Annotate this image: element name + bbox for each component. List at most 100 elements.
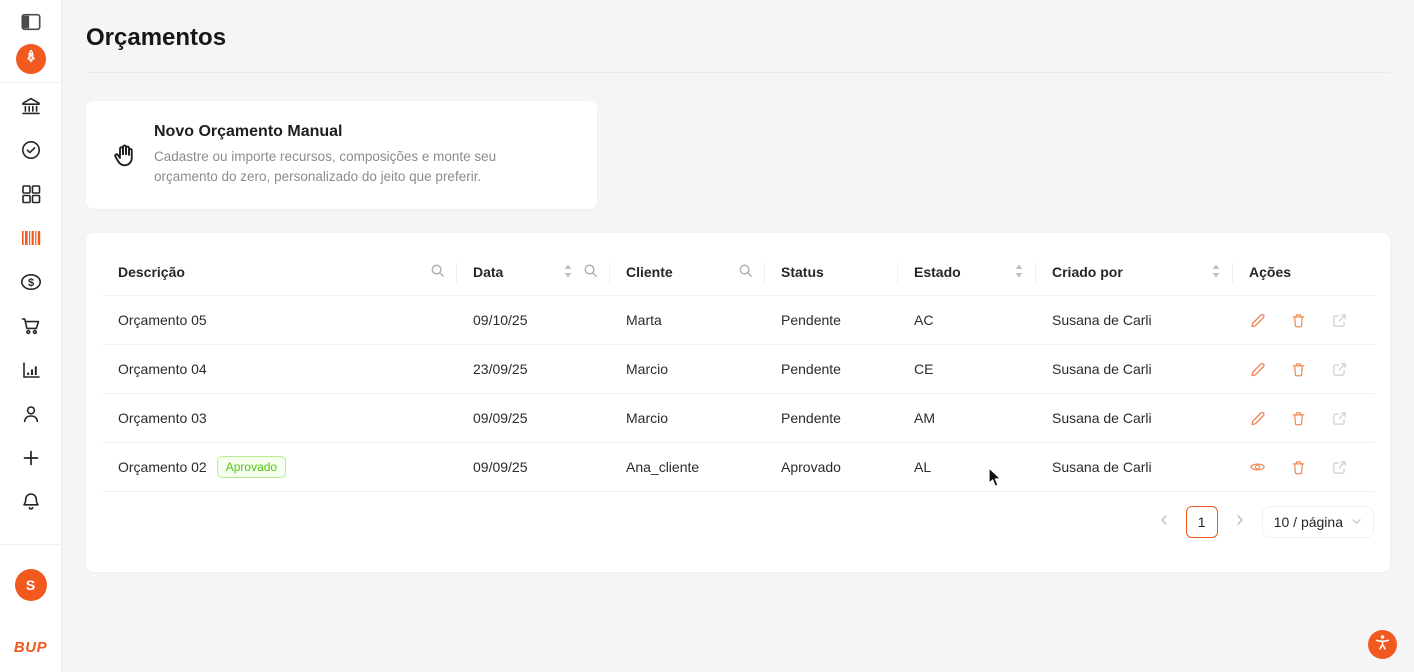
cell-acoes: [1233, 443, 1374, 492]
column-header-data[interactable]: Data: [457, 249, 610, 296]
new-manual-budget-card[interactable]: Novo Orçamento Manual Cadastre ou import…: [86, 101, 597, 209]
cell-descricao: Orçamento 05: [102, 296, 457, 345]
promo-title: Novo Orçamento Manual: [154, 123, 559, 141]
sidebar-item-users[interactable]: [19, 404, 43, 428]
column-header-acoes: Ações: [1233, 249, 1374, 296]
delete-icon[interactable]: [1290, 312, 1307, 329]
cell-cliente: Marta: [610, 296, 765, 345]
sidebar-item-purchases[interactable]: [19, 316, 43, 340]
cell-descricao: Orçamento 04: [102, 345, 457, 394]
column-header-criado-por[interactable]: Criado por: [1036, 249, 1233, 296]
search-icon[interactable]: [430, 263, 445, 281]
plus-icon: [19, 446, 43, 475]
share-icon[interactable]: [1331, 410, 1348, 427]
hand-icon: [110, 141, 140, 187]
view-icon[interactable]: [1249, 459, 1266, 476]
cell-status: Pendente: [765, 394, 898, 443]
rocket-button[interactable]: [16, 44, 46, 74]
sidebar-toggle-icon: [20, 11, 42, 38]
share-icon[interactable]: [1331, 459, 1348, 476]
page-number-button[interactable]: 1: [1186, 506, 1218, 538]
cell-criado-por: Susana de Carli: [1036, 296, 1233, 345]
sidebar-item-approvals[interactable]: [19, 140, 43, 164]
page-size-select[interactable]: 10 / página: [1262, 506, 1374, 538]
column-label: Ações: [1249, 264, 1291, 280]
column-header-status[interactable]: Status: [765, 249, 898, 296]
page-header: Orçamentos: [86, 0, 1390, 73]
edit-icon[interactable]: [1249, 361, 1266, 378]
cell-data: 09/09/25: [457, 443, 610, 492]
sorter-icon[interactable]: [1211, 263, 1221, 282]
accessibility-widget-button[interactable]: [1368, 630, 1397, 659]
cell-criado-por: Susana de Carli: [1036, 394, 1233, 443]
share-icon[interactable]: [1331, 312, 1348, 329]
table-row: Orçamento 05 09/10/25 Marta Pendente AC …: [102, 296, 1374, 345]
cell-status: Aprovado: [765, 443, 898, 492]
bup-logo: BUP: [14, 639, 47, 656]
edit-icon[interactable]: [1249, 312, 1266, 329]
page-size-value: 10 / página: [1274, 514, 1343, 530]
sidebar-item-add[interactable]: [19, 448, 43, 472]
edit-icon[interactable]: [1249, 410, 1266, 427]
sidebar-item-modules[interactable]: [19, 184, 43, 208]
table-row: Orçamento 02 Aprovado 09/09/25 Ana_clien…: [102, 443, 1374, 492]
previous-page-button[interactable]: [1150, 508, 1178, 536]
search-icon[interactable]: [583, 263, 598, 281]
sidebar-item-reports[interactable]: [19, 360, 43, 384]
sidebar-item-budgets-active[interactable]: [19, 228, 43, 252]
chevron-left-icon: [1158, 513, 1170, 531]
cell-acoes: [1233, 394, 1374, 443]
sidebar-item-finance[interactable]: $: [19, 272, 43, 296]
sidebar-toggle-button[interactable]: [19, 12, 43, 36]
sorter-icon[interactable]: [1014, 263, 1024, 282]
cell-acoes: [1233, 345, 1374, 394]
cell-status: Pendente: [765, 296, 898, 345]
cell-cliente: Ana_cliente: [610, 443, 765, 492]
column-label: Criado por: [1052, 264, 1123, 280]
search-icon[interactable]: [738, 263, 753, 281]
next-page-button[interactable]: [1226, 508, 1254, 536]
column-header-descricao[interactable]: Descrição: [102, 249, 457, 296]
table-row: Orçamento 04 23/09/25 Marcio Pendente CE…: [102, 345, 1374, 394]
sidebar-nav: $: [19, 96, 43, 516]
apps-grid-icon: [19, 182, 43, 211]
column-header-estado[interactable]: Estado: [898, 249, 1036, 296]
cell-estado: AM: [898, 394, 1036, 443]
delete-icon[interactable]: [1290, 459, 1307, 476]
svg-text:$: $: [27, 276, 33, 288]
column-label: Status: [781, 264, 824, 280]
sorter-icon[interactable]: [563, 263, 573, 282]
share-icon[interactable]: [1331, 361, 1348, 378]
column-label: Estado: [914, 264, 961, 280]
cell-cliente: Marcio: [610, 345, 765, 394]
status-badge: Aprovado: [217, 456, 286, 478]
sidebar: $: [0, 0, 62, 672]
table-header-row: Descrição Data Cliente Status Estado: [102, 249, 1374, 296]
cell-criado-por: Susana de Carli: [1036, 345, 1233, 394]
delete-icon[interactable]: [1290, 361, 1307, 378]
cart-icon: [19, 314, 43, 343]
sidebar-item-bank[interactable]: [19, 96, 43, 120]
bar-chart-icon: [19, 358, 43, 387]
cell-descricao: Orçamento 02 Aprovado: [102, 443, 457, 492]
cell-data: 09/09/25: [457, 394, 610, 443]
cell-criado-por: Susana de Carli: [1036, 443, 1233, 492]
promo-text: Novo Orçamento Manual Cadastre ou import…: [154, 123, 559, 187]
cell-data: 09/10/25: [457, 296, 610, 345]
cell-estado: AC: [898, 296, 1036, 345]
cell-descricao: Orçamento 03: [102, 394, 457, 443]
cell-data: 23/09/25: [457, 345, 610, 394]
bank-icon: [19, 94, 43, 123]
sidebar-divider-top: [0, 82, 62, 83]
rocket-icon: [22, 48, 40, 71]
check-circle-icon: [19, 138, 43, 167]
sidebar-item-notifications[interactable]: [19, 492, 43, 516]
barcode-icon: [19, 226, 43, 255]
table-row: Orçamento 03 09/09/25 Marcio Pendente AM…: [102, 394, 1374, 443]
delete-icon[interactable]: [1290, 410, 1307, 427]
sidebar-divider-bottom: [0, 544, 62, 545]
main-content: Orçamentos Novo Orçamento Manual Cadastr…: [62, 0, 1414, 672]
column-header-cliente[interactable]: Cliente: [610, 249, 765, 296]
user-avatar[interactable]: S: [15, 569, 47, 601]
user-icon: [19, 402, 43, 431]
